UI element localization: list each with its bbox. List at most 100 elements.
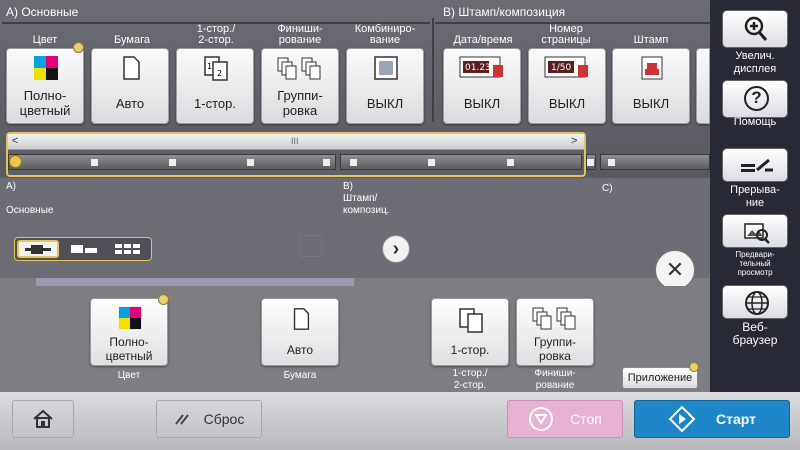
paper-button-label: Авто [115,95,145,111]
scroll-grip: III [291,136,299,146]
track-section-c [600,154,710,170]
date-time-button-label: ВЫКЛ [463,95,501,111]
stamp-icon [641,56,663,80]
changed-indicator [73,42,84,53]
grid-view-icon[interactable] [109,242,147,256]
preview-button[interactable] [722,214,788,248]
section-a-title: A) Основные [6,5,79,19]
stamp-button-label: ВЫКЛ [632,95,670,111]
low-duplex-label: 1-стор. [450,343,490,357]
finishing-button[interactable]: Группи- ровка [261,48,339,124]
slider-tick [428,159,435,166]
scroll-left-arrow[interactable]: < [12,135,18,147]
low-color-caption: Цвет [117,370,141,381]
duplex-button-label: 1-стор. [194,95,236,111]
svg-text:1: 1 [207,62,212,71]
low-finishing-button[interactable]: Группи- ровка [516,298,594,366]
low-color-button[interactable]: Полно- цветный [90,298,168,366]
slider-tick [507,159,514,166]
help-icon: ? [744,86,769,111]
application-button[interactable]: Приложение [622,367,698,389]
page-number-button-label: ВЫКЛ [548,95,586,111]
paper-icon [293,308,310,330]
group-title-stamp: Штамп [633,34,669,46]
popup-shadow [36,278,354,286]
interrupt-button[interactable] [722,148,788,182]
ghost-icon [300,235,322,257]
page-number-button[interactable]: 1/50 ВЫКЛ [528,48,606,124]
interrupt-label: Прерыва- ние [730,184,780,209]
slider-tick [247,159,254,166]
next-button-partial[interactable] [696,48,710,124]
grouping-icon [532,307,576,330]
changed-indicator [689,362,699,372]
low-paper-caption: Бумага [283,370,317,381]
close-button[interactable]: ✕ [655,250,695,290]
date-time-button[interactable]: 01.23 ВЫКЛ [443,48,521,124]
section-b-title: B) Штамп/композиция [443,5,566,19]
web-browser-button[interactable] [722,285,788,319]
interrupt-icon [741,158,773,172]
preview-label: Предвари- тельный просмотр [735,250,775,277]
reset-button[interactable]: Сброс [156,400,262,438]
low-paper-button[interactable]: Авто [261,298,339,366]
scroll-thumb[interactable]: < III > [8,134,584,150]
slider-label-c[interactable]: C) [602,183,613,195]
combine-icon [374,56,398,80]
start-label: Старт [716,411,756,427]
slider-tick [350,159,357,166]
compact-view-icon[interactable] [65,242,103,256]
zoom-display-button[interactable] [722,10,788,48]
start-icon [668,405,696,433]
start-button[interactable]: Старт [634,400,790,438]
section-divider [432,18,434,122]
color-squares-icon [118,306,142,330]
reset-label: Сброс [203,411,245,427]
home-icon [33,409,53,428]
preview-icon [744,223,770,244]
color-button-label: Полно- цветный [19,88,71,118]
low-finishing-caption: Финиши- рование [534,368,576,391]
paper-icon [123,56,140,80]
slider-tick [587,159,594,166]
slider-tick [323,159,330,166]
group-title-duplex: 1-стор./ 2-стор. [196,23,236,46]
view-mode-switch [14,237,152,261]
help-button[interactable]: ? [722,80,788,118]
duplex-button[interactable]: 12 1-стор. [176,48,254,124]
stop-button[interactable]: Стоп [507,400,623,438]
track-section-b [340,154,582,170]
stop-icon [529,407,554,431]
slider-label-b[interactable]: B) Штамп/ композиц. [343,181,389,217]
finishing-button-label: Группи- ровка [277,88,323,118]
group-title-finishing: Финиши- рование [277,23,323,46]
group-title-combine: Комбиниро- вание [354,23,416,46]
list-view-icon[interactable] [17,240,59,258]
paper-button[interactable]: Авто [91,48,169,124]
slider-label-a[interactable]: A) Основные [6,181,53,217]
date-time-icon: 01.23 [459,56,503,78]
low-paper-label: Авто [286,343,314,357]
slider-tick [91,159,98,166]
web-browser-label: Веб- браузер [732,320,778,347]
svg-text:2: 2 [217,69,222,78]
next-page-button[interactable]: › [382,235,410,263]
changed-indicator [158,294,169,305]
combine-button[interactable]: ВЫКЛ [346,48,424,124]
stamp-button[interactable]: ВЫКЛ [612,48,690,124]
slider-tick [169,159,176,166]
color-button[interactable]: Полно- цветный [6,48,84,124]
home-button[interactable] [12,400,74,438]
svg-text:01.23: 01.23 [465,63,491,73]
group-title-date-time: Дата/время [453,34,513,46]
low-color-label: Полно- цветный [105,335,153,363]
low-finishing-label: Группи- ровка [533,335,577,363]
globe-icon [745,291,769,315]
low-duplex-button[interactable]: 1-стор. [431,298,509,366]
color-squares-icon [34,56,58,80]
grouping-icon [277,57,321,80]
slider-position-dot [9,155,22,168]
zoom-in-icon [744,16,768,41]
scroll-right-arrow[interactable]: > [571,135,577,147]
slider-tick [608,159,615,166]
